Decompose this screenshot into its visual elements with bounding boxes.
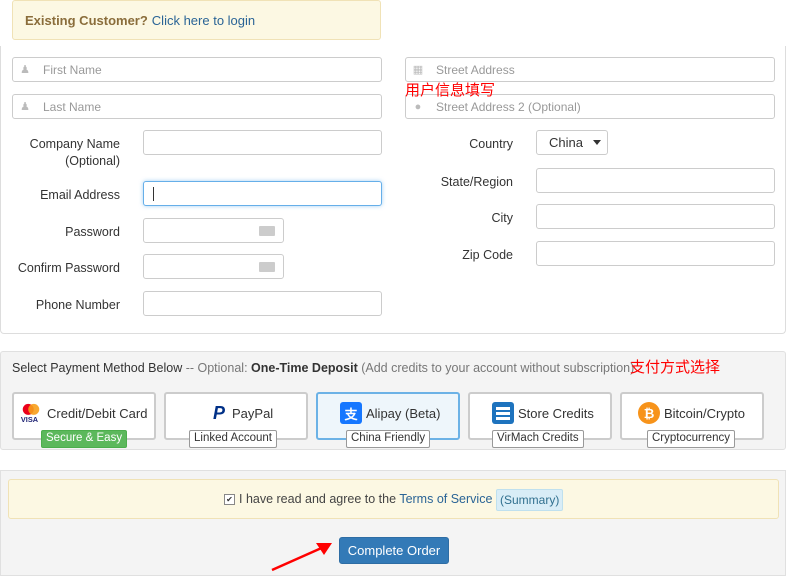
login-link[interactable]: Click here to login: [152, 13, 255, 28]
country-select[interactable]: China: [536, 130, 608, 155]
existing-customer-text: Existing Customer?: [25, 12, 148, 28]
company-name-label: Company Name (Optional): [29, 137, 120, 168]
existing-customer-notice: Existing Customer? Click here to login: [12, 0, 381, 40]
payment-method-label: Bitcoin/Crypto: [664, 406, 745, 421]
first-name-placeholder: First Name: [43, 63, 102, 77]
tos-prefix: I have read and agree to the: [239, 492, 400, 506]
bitcoin-icon: ₿: [638, 402, 660, 424]
payment-method-badge: Secure & Easy: [41, 430, 128, 448]
payment-method-label: Credit/Debit Card: [47, 406, 148, 421]
payment-method-label: Store Credits: [518, 406, 594, 421]
red-arrow-annotation: [271, 543, 332, 572]
building-icon: ▦: [412, 64, 424, 76]
last-name-placeholder: Last Name: [43, 100, 102, 114]
payment-alipay[interactable]: 支 Alipay (Beta) China Friendly: [316, 392, 460, 448]
payment-method-badge: Linked Account: [189, 430, 278, 448]
payment-method-badge: VirMach Credits: [492, 430, 584, 448]
complete-order-button[interactable]: Complete Order: [339, 537, 449, 564]
zip-code-label: Zip Code: [462, 248, 513, 262]
user-info-annotation: 用户信息填写: [405, 82, 496, 99]
tos-summary-link[interactable]: (Summary): [496, 489, 564, 511]
user-icon: ♟: [20, 101, 30, 113]
store-credits-icon: [492, 402, 514, 424]
confirm-password-label: Confirm Password: [17, 261, 120, 275]
payment-method-badge: Cryptocurrency: [647, 430, 735, 448]
payment-store-credits[interactable]: Store Credits VirMach Credits: [468, 392, 612, 448]
payment-method-badge: China Friendly: [346, 430, 431, 448]
payment-method-label: PayPal: [232, 406, 274, 421]
tos-text: I have read and agree to the Terms of Se…: [239, 492, 492, 506]
city-label: City: [491, 211, 513, 225]
payment-intro: Select Payment Method Below -- Optional:…: [12, 361, 634, 375]
street-address-2-placeholder: Street Address 2 (Optional): [436, 100, 581, 114]
payment-credit-card[interactable]: VISA Credit/Debit Card Secure & Easy: [12, 392, 156, 448]
password-label: Password: [65, 225, 120, 239]
dropdown-arrow-icon: [593, 140, 601, 145]
svg-text:VISA: VISA: [21, 415, 39, 424]
company-name-input[interactable]: [143, 130, 382, 155]
password-input[interactable]: [143, 218, 284, 243]
first-name-input[interactable]: ♟ First Name: [12, 57, 382, 82]
country-value: China: [549, 135, 583, 150]
phone-number-label: Phone Number: [35, 298, 120, 312]
phone-number-input[interactable]: [143, 291, 382, 316]
state-region-input[interactable]: [536, 168, 775, 193]
credit-card-icon: VISA: [20, 402, 42, 424]
zip-code-input[interactable]: [536, 241, 775, 266]
payment-intro-text: Select Payment Method Below: [12, 361, 183, 375]
email-address-input[interactable]: [143, 181, 382, 206]
street-address-placeholder: Street Address: [436, 63, 515, 77]
payment-bitcoin[interactable]: ₿ Bitcoin/Crypto Cryptocurrency: [620, 392, 764, 448]
payment-method-label: Alipay (Beta): [366, 406, 441, 421]
text-caret: [153, 187, 154, 201]
state-region-label: State/Region: [440, 175, 513, 189]
payment-intro-dash: -- Optional:: [182, 361, 252, 375]
payment-annotation: 支付方式选择: [630, 359, 721, 376]
last-name-input[interactable]: ♟ Last Name: [12, 94, 382, 119]
terms-of-service-link[interactable]: Terms of Service: [399, 492, 492, 506]
keyboard-icon: [259, 226, 275, 236]
email-address-label: Email Address: [40, 188, 120, 202]
country-label: Country: [469, 137, 513, 151]
confirm-password-input[interactable]: [143, 254, 284, 279]
map-marker-icon: ●: [414, 101, 422, 113]
payment-intro-tail: (Add credits to your account without sub…: [357, 361, 635, 375]
alipay-icon: 支: [340, 402, 362, 424]
keyboard-icon: [259, 262, 275, 272]
payment-intro-bold: One-Time Deposit: [251, 361, 358, 375]
paypal-icon: P: [212, 402, 225, 423]
user-icon: ♟: [20, 64, 30, 76]
payment-paypal[interactable]: P PayPal Linked Account: [164, 392, 308, 448]
city-input[interactable]: [536, 204, 775, 229]
tos-checkbox[interactable]: ✔: [224, 494, 235, 505]
